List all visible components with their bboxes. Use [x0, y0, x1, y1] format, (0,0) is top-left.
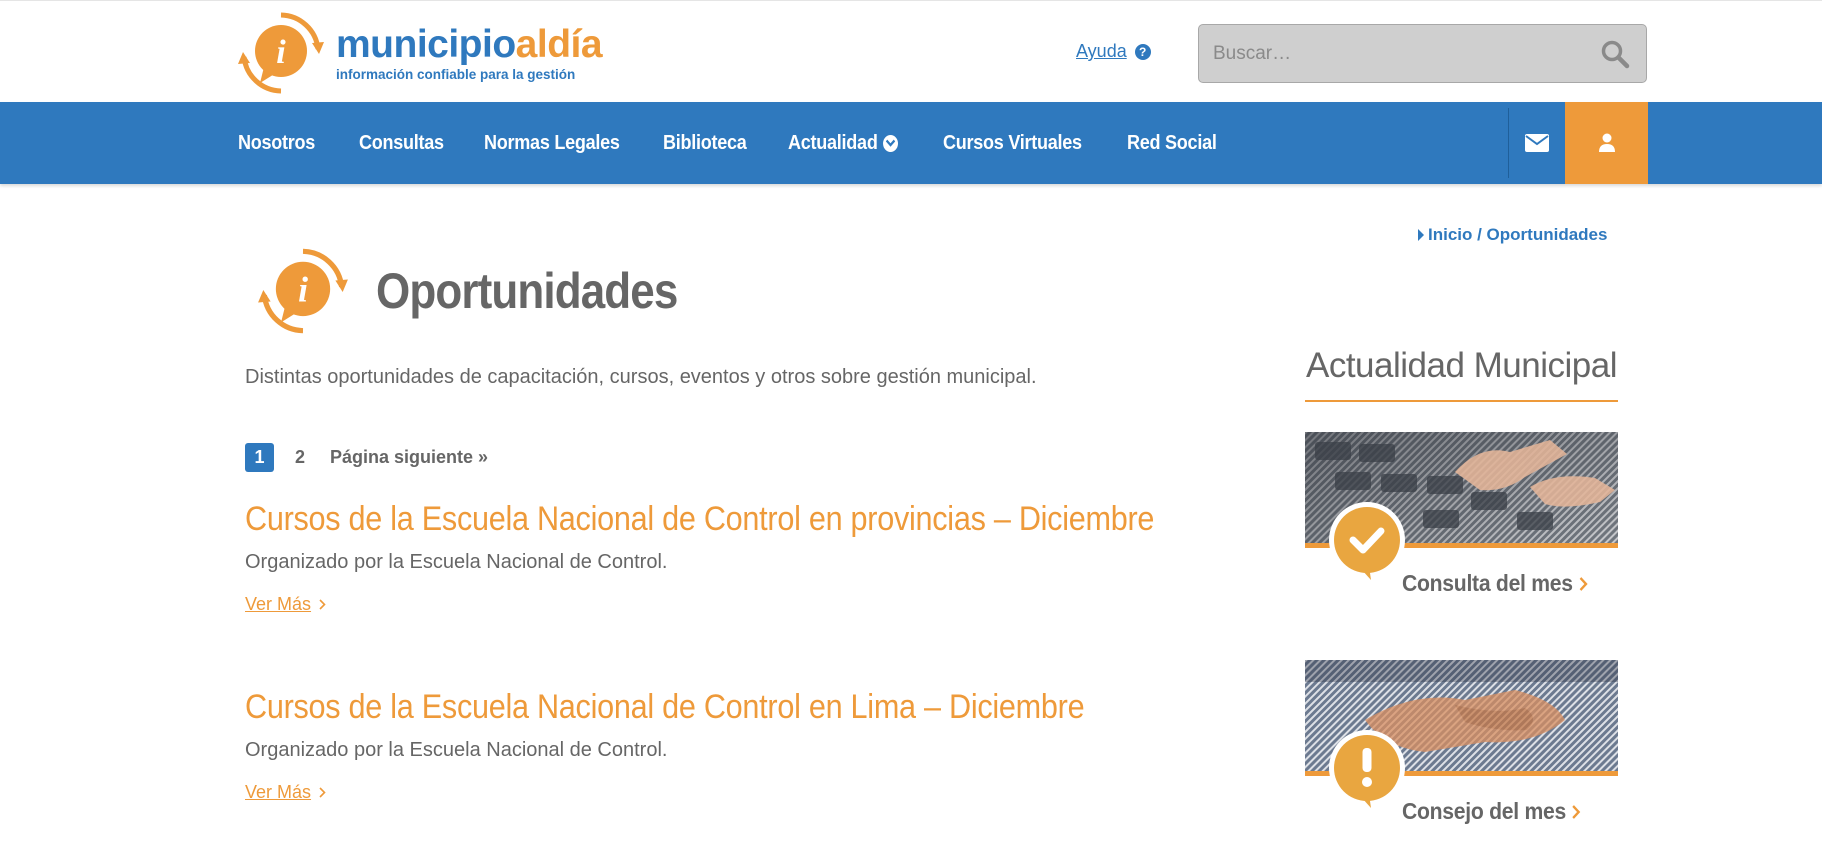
page-title: Oportunidades	[376, 263, 678, 319]
site-logo[interactable]: i municipioaldía información confiable p…	[236, 9, 603, 97]
sidebar-card-consulta[interactable]: Consulta del mes	[1305, 432, 1618, 596]
read-more-link[interactable]: Ver Más	[245, 782, 1178, 803]
check-icon	[1329, 502, 1405, 580]
logo-tagline: información confiable para la gestión	[336, 66, 576, 82]
list-item: Cursos de la Escuela Nacional de Control…	[245, 688, 1178, 803]
search-icon[interactable]	[1600, 39, 1630, 69]
nav-item-cursos-virtuales[interactable]: Cursos Virtuales	[943, 131, 1101, 155]
logo-wordmark: municipioaldía	[336, 22, 603, 66]
post-description: Organizado por la Escuela Nacional de Co…	[245, 551, 668, 573]
pagination-next[interactable]: Página siguiente »	[330, 447, 488, 468]
svg-text:i: i	[298, 269, 308, 309]
breadcrumb[interactable]: Inicio / Oportunidades	[1418, 225, 1607, 245]
contact-button[interactable]	[1510, 102, 1564, 184]
pagination: 1 2 Página siguiente »	[245, 443, 488, 472]
chevron-down-icon	[882, 134, 898, 152]
exclamation-icon	[1329, 730, 1405, 808]
nav-item-label: Consultas	[359, 131, 444, 154]
read-more-label: Ver Más	[245, 594, 312, 614]
post-description: Organizado por la Escuela Nacional de Co…	[245, 739, 668, 761]
pagination-page-2[interactable]: 2	[295, 447, 305, 468]
nav-item-label: Biblioteca	[663, 131, 747, 154]
pagination-current[interactable]: 1	[245, 443, 274, 472]
post-title[interactable]: Cursos de la Escuela Nacional de Control…	[245, 500, 1154, 539]
help-link[interactable]: Ayuda	[1076, 41, 1127, 62]
nav-item-consultas[interactable]: Consultas	[359, 131, 465, 155]
chevron-right-icon	[1572, 804, 1581, 819]
nav-item-actualidad[interactable]: Actualidad	[788, 131, 921, 155]
site-header: i municipioaldía información confiable p…	[0, 0, 1822, 102]
info-logo-icon: i	[238, 12, 324, 94]
question-icon[interactable]: ?	[1134, 43, 1151, 60]
help-link-wrap: Ayuda ?	[1076, 41, 1151, 62]
user-icon	[1598, 133, 1615, 152]
nav-item-normas-legales[interactable]: Normas Legales	[484, 131, 638, 155]
sidebar-divider	[1305, 400, 1618, 402]
page-intro: Distintas oportunidades de capacitación,…	[245, 366, 1037, 388]
page-header: i Oportunidades	[256, 244, 719, 338]
envelope-icon	[1525, 134, 1549, 152]
sidebar-title: Actualidad Municipal	[1305, 346, 1618, 385]
nav-item-nosotros[interactable]: Nosotros	[238, 131, 341, 155]
nav-item-biblioteca[interactable]: Biblioteca	[663, 131, 769, 155]
search-input[interactable]	[1199, 25, 1593, 82]
nav-item-label: Normas Legales	[484, 131, 620, 154]
list-item: Cursos de la Escuela Nacional de Control…	[245, 500, 1255, 615]
search-box	[1198, 24, 1647, 83]
read-more-label: Ver Más	[245, 782, 312, 802]
card-label-text: Consejo del mes	[1402, 798, 1567, 824]
caret-right-icon	[1418, 229, 1424, 241]
sidebar-card-label: Consulta del mes	[1402, 570, 1588, 597]
sidebar-card-label: Consejo del mes	[1402, 798, 1581, 825]
info-icon: i	[258, 248, 348, 334]
chevron-right-icon	[1579, 576, 1588, 591]
nav-item-label: Cursos Virtuales	[943, 131, 1082, 154]
main-nav: Nosotros Consultas Normas Legales Biblio…	[0, 102, 1822, 184]
breadcrumb-text: Inicio / Oportunidades	[1428, 225, 1608, 244]
nav-item-label: Nosotros	[238, 131, 316, 154]
nav-divider	[1508, 108, 1509, 178]
read-more-link[interactable]: Ver Más	[245, 594, 1255, 615]
chevron-right-icon	[319, 787, 326, 798]
nav-item-label: Actualidad	[788, 131, 878, 154]
nav-item-red-social[interactable]: Red Social	[1127, 131, 1224, 155]
post-title[interactable]: Cursos de la Escuela Nacional de Control…	[245, 688, 1085, 727]
sidebar-card-consejo[interactable]: Consejo del mes	[1305, 660, 1618, 824]
card-label-text: Consulta del mes	[1402, 570, 1573, 596]
chevron-right-icon	[319, 599, 326, 610]
svg-text:i: i	[276, 34, 286, 71]
login-button[interactable]	[1565, 102, 1648, 184]
nav-item-label: Red Social	[1127, 131, 1217, 154]
